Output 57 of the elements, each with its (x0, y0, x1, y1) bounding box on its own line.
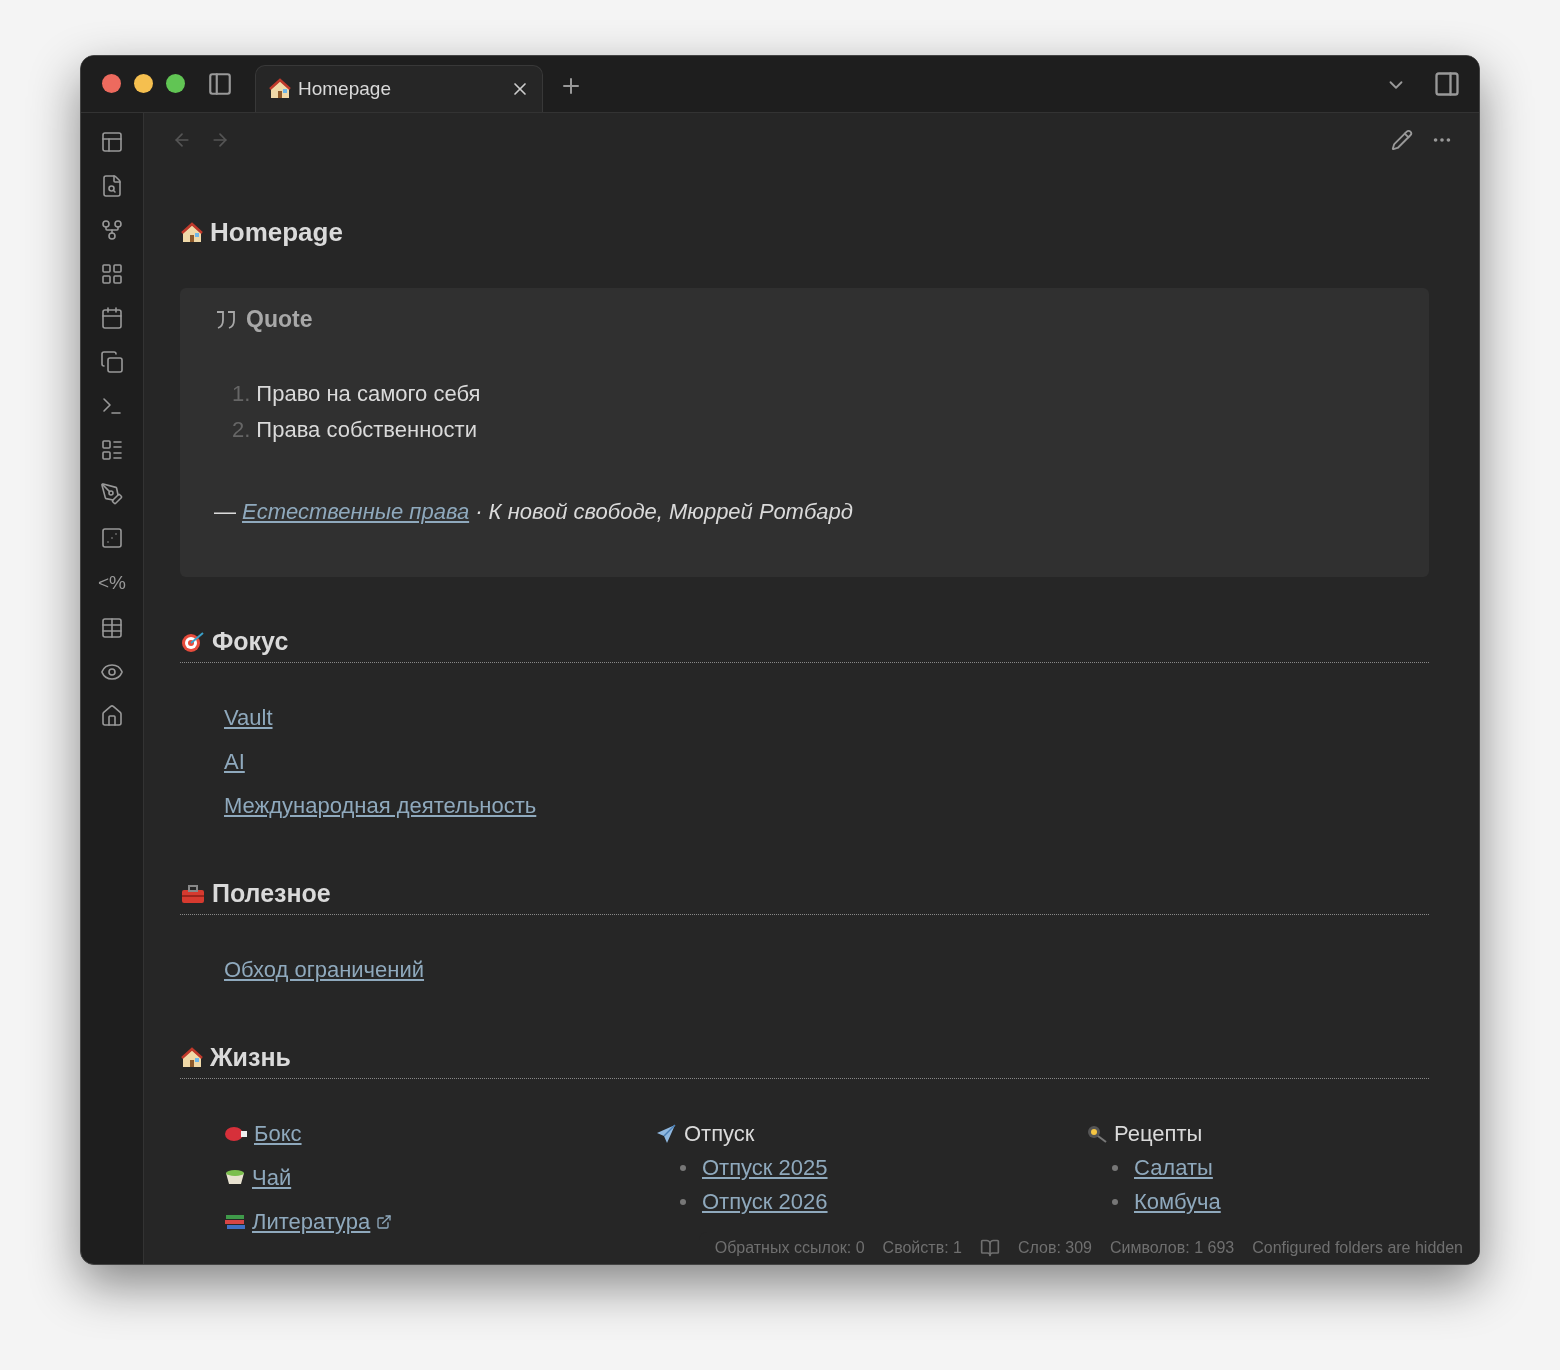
callout-title: Quote (246, 306, 313, 333)
note-link[interactable]: Vault (224, 705, 273, 731)
quote-icon (214, 308, 238, 331)
template-button[interactable]: <% (98, 570, 126, 596)
zoom-window-button[interactable] (166, 74, 185, 93)
attribution-text: · К новой свободе, Мюррей Ротбард (475, 499, 853, 525)
note-link[interactable]: Чай (252, 1165, 292, 1191)
pencil-icon[interactable] (1391, 129, 1413, 151)
bullet-icon (680, 1165, 686, 1171)
house-icon (180, 220, 204, 245)
dash: — (214, 499, 236, 525)
home-icon[interactable] (100, 704, 124, 728)
minimize-window-button[interactable] (134, 74, 153, 93)
list-item: Право на самого себя (256, 381, 481, 407)
heading-text: Жизнь (210, 1043, 291, 1072)
source-link[interactable]: Естественные права (242, 499, 470, 525)
sidebar-toggle-icon[interactable] (1433, 70, 1461, 98)
external-link-icon (376, 1214, 393, 1230)
house-icon (180, 1045, 204, 1070)
target-icon (180, 629, 206, 654)
hidden-folders-notice: Configured folders are hidden (1252, 1239, 1463, 1257)
note-title: Homepage (210, 217, 343, 248)
tab[interactable]: Homepage (255, 65, 543, 112)
bullet-icon (1112, 1165, 1118, 1171)
group-title: Отпуск (684, 1121, 755, 1147)
list-item: Права собственности (256, 417, 477, 443)
note-link[interactable]: Бокс (254, 1121, 302, 1147)
note-link[interactable]: Комбуча (1134, 1189, 1221, 1215)
list-icon[interactable] (100, 438, 124, 462)
calendar-icon[interactable] (100, 306, 124, 330)
layout-icon[interactable] (100, 130, 124, 154)
character-count: Символов: 1 693 (1110, 1239, 1235, 1257)
note-link[interactable]: Отпуск 2025 (702, 1155, 828, 1181)
note-link[interactable]: Салаты (1134, 1155, 1213, 1181)
note-link[interactable]: Международная деятельность (224, 793, 537, 819)
note-link[interactable]: Литература (252, 1209, 371, 1235)
close-window-button[interactable] (102, 74, 121, 93)
copy-icon[interactable] (100, 350, 124, 374)
grid-icon[interactable] (100, 262, 124, 286)
graph-icon[interactable] (100, 218, 124, 242)
file-search-icon[interactable] (100, 174, 124, 198)
house-icon (268, 77, 292, 101)
reading-view-icon[interactable] (979, 1238, 1000, 1258)
dice-icon[interactable] (100, 526, 124, 550)
pen-tool-icon[interactable] (100, 482, 124, 506)
note-link[interactable]: AI (224, 749, 245, 775)
heading-text: Полезное (212, 879, 331, 908)
table-icon[interactable] (100, 616, 124, 640)
heading-text: Фокус (212, 627, 289, 656)
books-icon (224, 1212, 246, 1232)
bullet-icon (1112, 1199, 1118, 1205)
word-count: Слов: 309 (1017, 1239, 1092, 1257)
group-title: Рецепты (1114, 1121, 1203, 1147)
bullet-icon (680, 1199, 686, 1205)
note-link[interactable]: Обход ограничений (224, 957, 425, 983)
note-link[interactable]: Отпуск 2026 (702, 1189, 828, 1215)
sidebar-toggle-icon[interactable] (207, 71, 233, 97)
